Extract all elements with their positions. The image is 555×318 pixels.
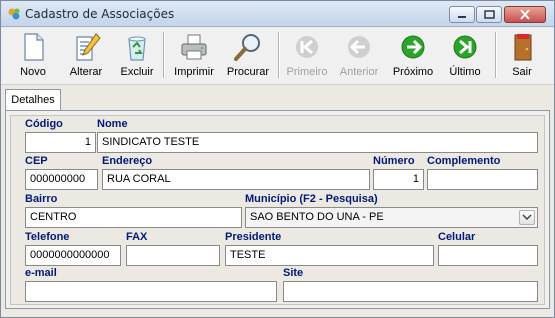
first-arrow-icon — [296, 36, 318, 58]
municipio-label: Município (F2 - Pesquisa) — [245, 193, 378, 205]
sair-label: Sair — [512, 66, 532, 78]
form-frame: Código 1 Nome SINDICATO TESTE CEP 000000… — [10, 115, 545, 305]
next-arrow-icon — [401, 35, 425, 59]
imprimir-label: Imprimir — [174, 66, 214, 78]
recycle-bin-icon — [128, 36, 146, 61]
exit-door-icon — [514, 34, 532, 61]
chevron-down-icon — [522, 214, 532, 221]
nome-field[interactable]: SINDICATO TESTE — [97, 132, 538, 153]
primeiro-button[interactable]: Primeiro — [285, 30, 329, 82]
complemento-label: Complemento — [427, 155, 501, 167]
numero-field[interactable]: 1 — [373, 169, 424, 190]
nome-label: Nome — [97, 118, 128, 130]
minimize-icon — [458, 16, 466, 18]
imprimir-button[interactable]: Imprimir — [171, 30, 217, 82]
novo-button[interactable]: Novo — [13, 30, 53, 82]
municipio-value: SAO BENTO DO UNA - PE — [250, 211, 384, 223]
maximize-icon — [484, 10, 495, 19]
new-document-icon — [24, 33, 44, 61]
presidente-field[interactable]: TESTE — [225, 245, 434, 266]
site-label: Site — [283, 267, 304, 279]
bairro-label: Bairro — [25, 193, 58, 205]
alterar-label: Alterar — [69, 66, 103, 78]
fax-field[interactable] — [126, 245, 220, 266]
municipio-dropdown-button[interactable] — [519, 210, 535, 225]
title-bar[interactable]: Cadastro de Associações — [1, 1, 554, 27]
excluir-button[interactable]: Excluir — [117, 30, 157, 82]
sair-button[interactable]: Sair — [504, 30, 540, 82]
ultimo-label: Último — [449, 66, 481, 78]
procurar-label: Procurar — [226, 66, 270, 78]
magnifier-icon — [234, 34, 260, 61]
toolbar: Novo Alterar Excluir Imprimir Procurar P… — [1, 28, 554, 85]
procurar-button[interactable]: Procurar — [224, 30, 272, 82]
codigo-field[interactable]: 1 — [25, 132, 96, 153]
ultimo-button[interactable]: Último — [447, 30, 483, 82]
app-icon — [8, 8, 20, 20]
novo-label: Novo — [20, 66, 46, 78]
toolbar-separator — [278, 32, 280, 78]
endereco-field[interactable]: RUA CORAL — [102, 169, 370, 190]
main-window: Cadastro de Associações Novo Alterar Exc… — [0, 0, 555, 318]
maximize-button[interactable] — [476, 6, 502, 23]
celular-label: Celular — [438, 231, 476, 243]
fax-label: FAX — [126, 231, 148, 243]
tab-detalhes[interactable]: Detalhes — [5, 89, 61, 111]
close-icon — [520, 9, 530, 20]
cep-label: CEP — [25, 155, 48, 167]
proximo-label: Próximo — [392, 66, 434, 78]
anterior-label: Anterior — [339, 66, 379, 78]
proximo-button[interactable]: Próximo — [392, 30, 434, 82]
codigo-label: Código — [25, 118, 63, 130]
toolbar-separator — [495, 32, 497, 78]
cep-field[interactable]: 000000000 — [25, 169, 98, 190]
minimize-button[interactable] — [449, 6, 475, 23]
toolbar-separator — [163, 32, 165, 78]
previous-arrow-icon — [348, 36, 370, 58]
telefone-label: Telefone — [25, 231, 70, 243]
bairro-field[interactable]: CENTRO — [25, 207, 242, 228]
site-field[interactable] — [283, 281, 538, 302]
numero-label: Número — [373, 155, 415, 167]
last-arrow-icon — [453, 35, 477, 59]
edit-pencil-icon — [76, 33, 101, 61]
email-field[interactable] — [25, 281, 277, 302]
excluir-label: Excluir — [120, 66, 154, 78]
tab-panel-detalhes: Código 1 Nome SINDICATO TESTE CEP 000000… — [5, 110, 550, 309]
endereco-label: Endereço — [102, 155, 153, 167]
close-window-button[interactable] — [504, 6, 546, 23]
printer-icon — [181, 34, 207, 60]
anterior-button[interactable]: Anterior — [338, 30, 380, 82]
presidente-label: Presidente — [225, 231, 282, 243]
celular-field[interactable] — [438, 245, 538, 266]
primeiro-label: Primeiro — [286, 66, 328, 78]
alterar-button[interactable]: Alterar — [64, 30, 108, 82]
telefone-field[interactable]: 0000000000000 — [25, 245, 121, 266]
complemento-field[interactable] — [427, 169, 538, 190]
municipio-select[interactable]: SAO BENTO DO UNA - PE — [245, 207, 538, 228]
email-label: e-mail — [25, 267, 57, 279]
window-title: Cadastro de Associações — [25, 7, 175, 21]
